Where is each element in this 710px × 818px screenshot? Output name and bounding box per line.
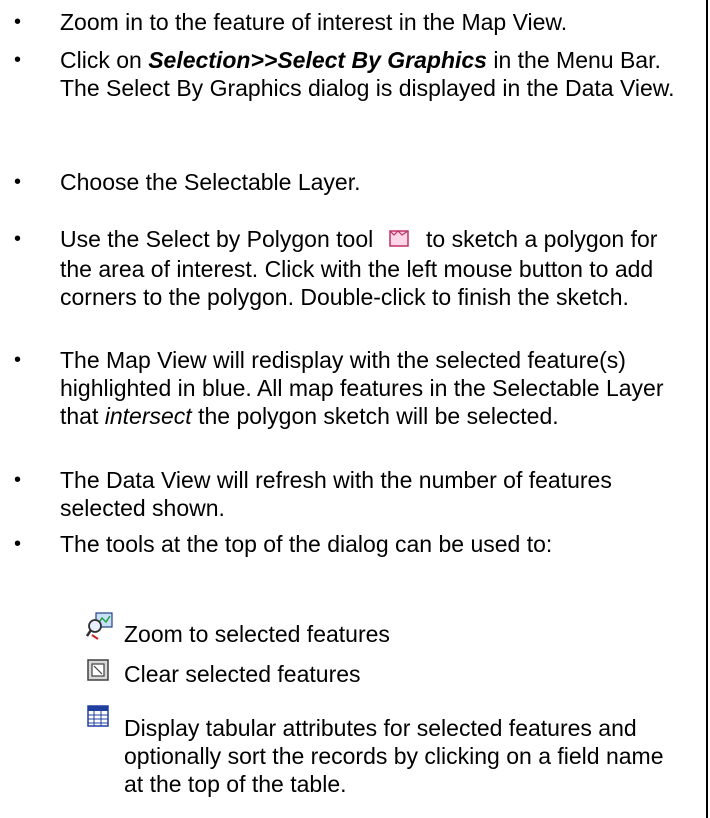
emphasis-text: intersect	[104, 403, 192, 429]
page-border	[706, 0, 708, 818]
list-item-text: Choose the Selectable Layer.	[60, 169, 361, 195]
tool-label: Display tabular attributes for selected …	[124, 715, 664, 797]
list-item-text: The tools at the top of the dialog can b…	[60, 531, 553, 557]
bullet: •	[14, 11, 22, 33]
bullet: •	[14, 533, 22, 555]
bullet: •	[14, 49, 22, 71]
list-item: • The Data View will refresh with the nu…	[0, 466, 690, 522]
tool-label: Zoom to selected features	[124, 621, 390, 647]
bullet: •	[14, 469, 22, 491]
bullet: •	[14, 171, 22, 193]
bullet: •	[14, 228, 22, 250]
tool-label: Clear selected features	[124, 661, 361, 687]
select-polygon-icon	[388, 227, 412, 255]
document-page: • Zoom in to the feature of interest in …	[0, 0, 710, 818]
list-item-text: The Data View will refresh with the numb…	[60, 467, 612, 521]
menu-path: Selection>>Select By Graphics	[148, 47, 487, 73]
list-item: • Use the Select by Polygon tool to sket…	[0, 225, 690, 311]
list-item: • Click on Selection>>Select By Graphics…	[0, 46, 690, 102]
list-item: • Choose the Selectable Layer.	[0, 168, 360, 196]
clear-selected-icon	[86, 658, 112, 690]
list-item-text: Zoom in to the feature of interest in th…	[60, 9, 568, 35]
bullet: •	[14, 349, 22, 371]
table-icon	[86, 704, 112, 736]
list-item-text-pre: Click on	[60, 47, 149, 73]
list-item: • The tools at the top of the dialog can…	[0, 530, 690, 558]
list-item: • The Map View will redisplay with the s…	[0, 346, 690, 430]
zoom-to-selected-icon	[85, 612, 116, 648]
list-item-text-pre: Use the Select by Polygon tool	[60, 226, 380, 252]
list-item-text-post: the polygon sketch will be selected.	[191, 403, 559, 429]
list-item: • Zoom in to the feature of interest in …	[0, 8, 567, 36]
